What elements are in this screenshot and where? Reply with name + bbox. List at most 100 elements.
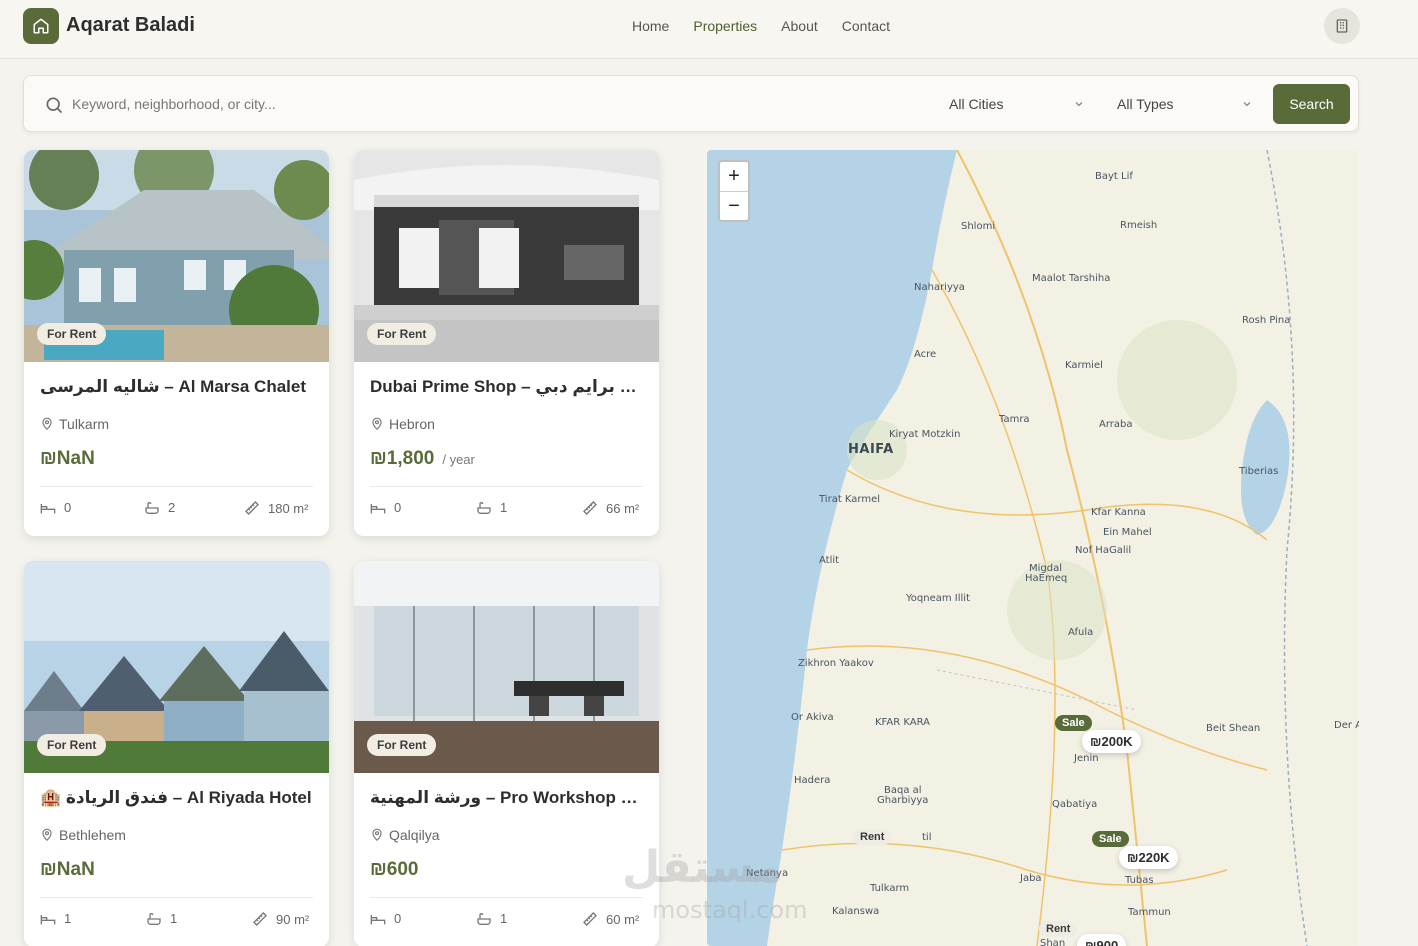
map-label: HAIFA — [848, 442, 894, 457]
property-image[interactable]: For Rent — [354, 150, 659, 362]
map-label: Jaba — [1020, 873, 1042, 884]
property-location: Tulkarm — [40, 416, 109, 432]
map-label: Yoqneam Illit — [906, 593, 970, 604]
map-label: Qabatiya — [1052, 799, 1098, 810]
map-label: Afula — [1068, 627, 1094, 638]
map-marker-price[interactable]: ₪200K — [1082, 730, 1141, 753]
price-value: ₪NaN — [40, 859, 95, 880]
beds-count: 0 — [394, 911, 402, 926]
map-label: Nahariyya — [914, 282, 965, 293]
map-view[interactable]: Bayt Lif Shlomi Rmeish Maalot Tarshiha N… — [707, 150, 1359, 946]
property-card[interactable]: For Rent شاليه المرسى – Al Marsa Chalet … — [24, 150, 329, 536]
bed-icon — [370, 914, 386, 924]
area-value: 180 m² — [268, 500, 309, 516]
type-select[interactable]: All Types — [1117, 90, 1253, 118]
bed-icon — [370, 503, 386, 513]
bath-icon — [145, 501, 159, 514]
property-image[interactable]: For Rent — [24, 561, 329, 773]
map-label: Hadera — [794, 775, 831, 786]
baths-count: 1 — [500, 911, 508, 926]
map-label: Atlit — [819, 555, 840, 566]
map-label: Karmiel — [1065, 360, 1103, 371]
logo[interactable] — [23, 8, 59, 44]
map-label: Kfar Kanna — [1091, 507, 1146, 518]
search-icon — [46, 97, 63, 114]
map-label: Shlomi — [961, 221, 996, 232]
city-select[interactable]: All Cities — [949, 90, 1085, 118]
map-marker-price[interactable]: ₪220K — [1119, 846, 1178, 869]
zoom-out-button[interactable]: − — [720, 191, 748, 220]
beds-count: 0 — [394, 500, 402, 515]
building-icon — [1336, 19, 1348, 33]
property-location: Bethlehem — [40, 827, 126, 843]
map-marker-tag[interactable]: Rent — [1039, 921, 1078, 937]
area-stat: 180 m² — [244, 500, 308, 516]
zoom-in-button[interactable]: + — [720, 162, 748, 191]
location-text: Hebron — [389, 416, 435, 432]
search-button[interactable]: Search — [1273, 84, 1350, 124]
watermark-url: mostaql.com — [652, 896, 808, 924]
divider — [40, 897, 313, 898]
property-card[interactable]: For Rent Dubai Prime Shop – محل برايم دب… — [354, 150, 659, 536]
location-text: Bethlehem — [59, 827, 126, 843]
nav-contact[interactable]: Contact — [842, 18, 890, 34]
property-card[interactable]: For Rent ورشة المهنية – Pro Workshop Sp.… — [354, 561, 659, 946]
main-nav: Home Properties About Contact — [632, 18, 890, 34]
map-marker-tag[interactable]: Rent — [853, 829, 892, 845]
area-stat: 66 m² — [582, 500, 639, 516]
divider — [370, 897, 643, 898]
bath-icon — [477, 501, 491, 514]
map-label: Arraba — [1099, 419, 1133, 430]
map-label: Tamra — [999, 414, 1030, 425]
map-marker-tag[interactable]: Sale — [1055, 715, 1092, 731]
baths-stat: 2 — [144, 500, 175, 515]
map-label: Zikhron Yaakov — [798, 658, 874, 669]
area-value: 60 m² — [606, 911, 640, 927]
location-pin-icon — [372, 417, 382, 431]
header-action-button[interactable] — [1324, 8, 1360, 44]
property-card[interactable]: For Rent 🏨 فندق الريادة – Al Riyada Hote… — [24, 561, 329, 946]
map-label: Kiryat Motzkin — [889, 429, 961, 440]
listing-badge: For Rent — [37, 734, 107, 756]
nav-properties[interactable]: Properties — [693, 18, 757, 34]
property-image[interactable]: For Rent — [24, 150, 329, 362]
map-label: Maalot Tarshiha — [1032, 273, 1111, 284]
baths-stat: 1 — [476, 911, 507, 926]
map-label: Rosh Pina — [1242, 315, 1291, 326]
divider — [40, 486, 313, 487]
map-label: Ein Mahel — [1103, 527, 1152, 538]
brand-name[interactable]: Aqarat Baladi — [66, 14, 195, 37]
property-title[interactable]: 🏨 فندق الريادة – Al Riyada Hotel — [40, 788, 315, 808]
property-title[interactable]: شاليه المرسى – Al Marsa Chalet — [40, 377, 315, 397]
divider — [370, 486, 643, 487]
nav-about[interactable]: About — [781, 18, 818, 34]
map-label: Jenin — [1074, 753, 1099, 764]
type-select-value: All Types — [1117, 96, 1174, 112]
listing-badge: For Rent — [37, 323, 107, 345]
map-label: Or Akiva — [791, 712, 834, 723]
price-value: ₪NaN — [40, 448, 95, 469]
search-input[interactable] — [72, 90, 672, 118]
ruler-icon — [245, 501, 259, 515]
ruler-icon — [583, 501, 597, 515]
map-marker-price[interactable]: ₪900 — [1077, 934, 1127, 946]
property-price: ₪600 — [370, 859, 427, 881]
map-label: Bayt Lif — [1095, 171, 1133, 182]
bed-icon — [40, 914, 56, 924]
property-title[interactable]: ورشة المهنية – Pro Workshop Sp... — [370, 788, 645, 808]
top-navbar: Aqarat Baladi Home Properties About Cont… — [0, 0, 1418, 59]
beds-stat: 0 — [370, 500, 401, 515]
property-price: ₪NaN — [40, 448, 103, 470]
nav-home[interactable]: Home — [632, 18, 669, 34]
map-label: HaEmeq — [1025, 573, 1068, 584]
area-value: 66 m² — [606, 500, 640, 516]
map-label: Shan — [1040, 938, 1066, 946]
property-title[interactable]: Dubai Prime Shop – محل برايم دبي — [370, 377, 645, 397]
bath-icon — [477, 912, 491, 925]
area-stat: 90 m² — [252, 911, 309, 927]
property-image[interactable]: For Rent — [354, 561, 659, 773]
map-marker-tag[interactable]: Sale — [1092, 831, 1129, 847]
search-bar: All Cities All Types Search — [23, 75, 1359, 132]
beds-stat: 0 — [40, 500, 71, 515]
area-value: 90 m² — [276, 911, 310, 927]
